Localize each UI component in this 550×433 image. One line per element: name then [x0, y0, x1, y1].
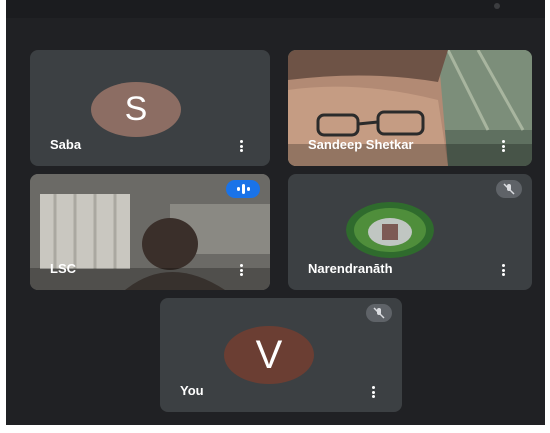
more-options-icon[interactable]	[240, 140, 244, 152]
mic-off-icon	[496, 180, 522, 198]
avatar: V	[224, 326, 314, 384]
meeting-grid: S Saba Sandeep Shetkar LSC Narendranāth …	[6, 0, 545, 425]
more-options-icon[interactable]	[240, 264, 244, 276]
mic-off-icon	[366, 304, 392, 322]
participant-tile-lsc[interactable]: LSC	[30, 174, 270, 290]
more-options-icon[interactable]	[502, 264, 506, 276]
more-options-icon[interactable]	[502, 140, 506, 152]
avatar: S	[91, 82, 181, 137]
avatar	[346, 202, 434, 258]
participant-tile-you[interactable]: V You	[160, 298, 402, 412]
avatar-initial: V	[255, 332, 283, 377]
participant-name: Saba	[50, 137, 82, 152]
more-options-icon[interactable]	[372, 386, 376, 398]
top-bar	[6, 0, 545, 18]
participant-name: LSC	[50, 261, 76, 276]
participant-tile-saba[interactable]: S Saba	[30, 50, 270, 166]
participant-name: You	[180, 383, 204, 398]
participant-tile-narendranath[interactable]: Narendranāth	[288, 174, 532, 290]
participant-name: Narendranāth	[308, 261, 393, 276]
speaking-indicator-icon	[226, 180, 260, 198]
participant-tile-sandeep[interactable]: Sandeep Shetkar	[288, 50, 532, 166]
status-dot-icon	[494, 3, 500, 9]
avatar-initial: S	[124, 90, 148, 128]
participant-name: Sandeep Shetkar	[308, 137, 414, 152]
